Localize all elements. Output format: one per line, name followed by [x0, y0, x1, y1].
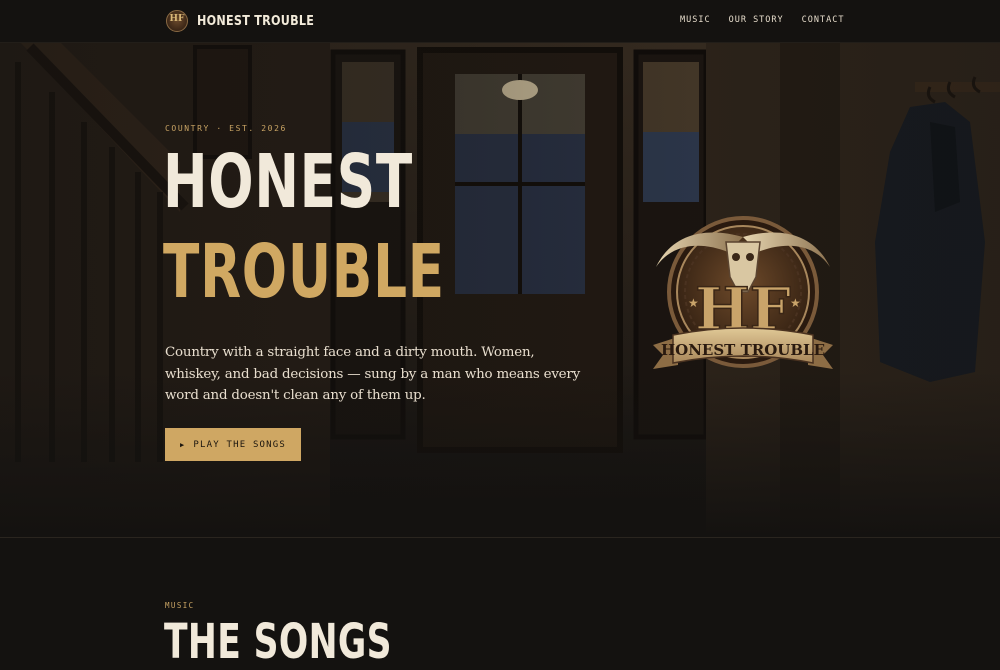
hero-eyebrow: COUNTRY · EST. 2026	[165, 124, 287, 133]
play-the-songs-button[interactable]: ▶ PLAY THE SONGS	[165, 428, 301, 461]
hero-title-line-2: TROUBLE	[163, 229, 445, 315]
brand-home-link[interactable]: HF HONEST TROUBLE	[166, 10, 333, 32]
brand-initials: HF	[169, 14, 185, 24]
site-header: HF HONEST TROUBLE MUSIC OUR STORY CONTAC…	[0, 0, 1000, 43]
band-emblem-logo: HF ★ ★ HONEST TROUBLE	[653, 216, 833, 369]
brand-logo-icon: HF	[166, 10, 188, 32]
hero-section: COUNTRY · EST. 2026 HONEST TROUBLE Count…	[0, 42, 1000, 537]
songs-eyebrow: MUSIC	[165, 601, 195, 610]
hero-title-line-1: HONEST	[163, 139, 413, 225]
svg-text:★: ★	[688, 296, 699, 310]
nav-our-story-link[interactable]: OUR STORY	[729, 15, 784, 25]
nav-contact-link[interactable]: CONTACT	[802, 15, 845, 25]
play-button-label: PLAY THE SONGS	[193, 439, 287, 450]
hero-description: Country with a straight face and a dirty…	[165, 345, 580, 403]
svg-text:HONEST TROUBLE: HONEST TROUBLE	[661, 341, 825, 359]
brand-name: HONEST TROUBLE	[197, 13, 315, 29]
main-nav: MUSIC OUR STORY CONTACT	[680, 15, 862, 25]
section-divider	[0, 537, 1000, 538]
songs-title: THE SONGS	[164, 614, 392, 670]
svg-text:★: ★	[790, 296, 801, 310]
play-icon: ▶	[179, 440, 186, 449]
nav-music-link[interactable]: MUSIC	[680, 15, 711, 25]
